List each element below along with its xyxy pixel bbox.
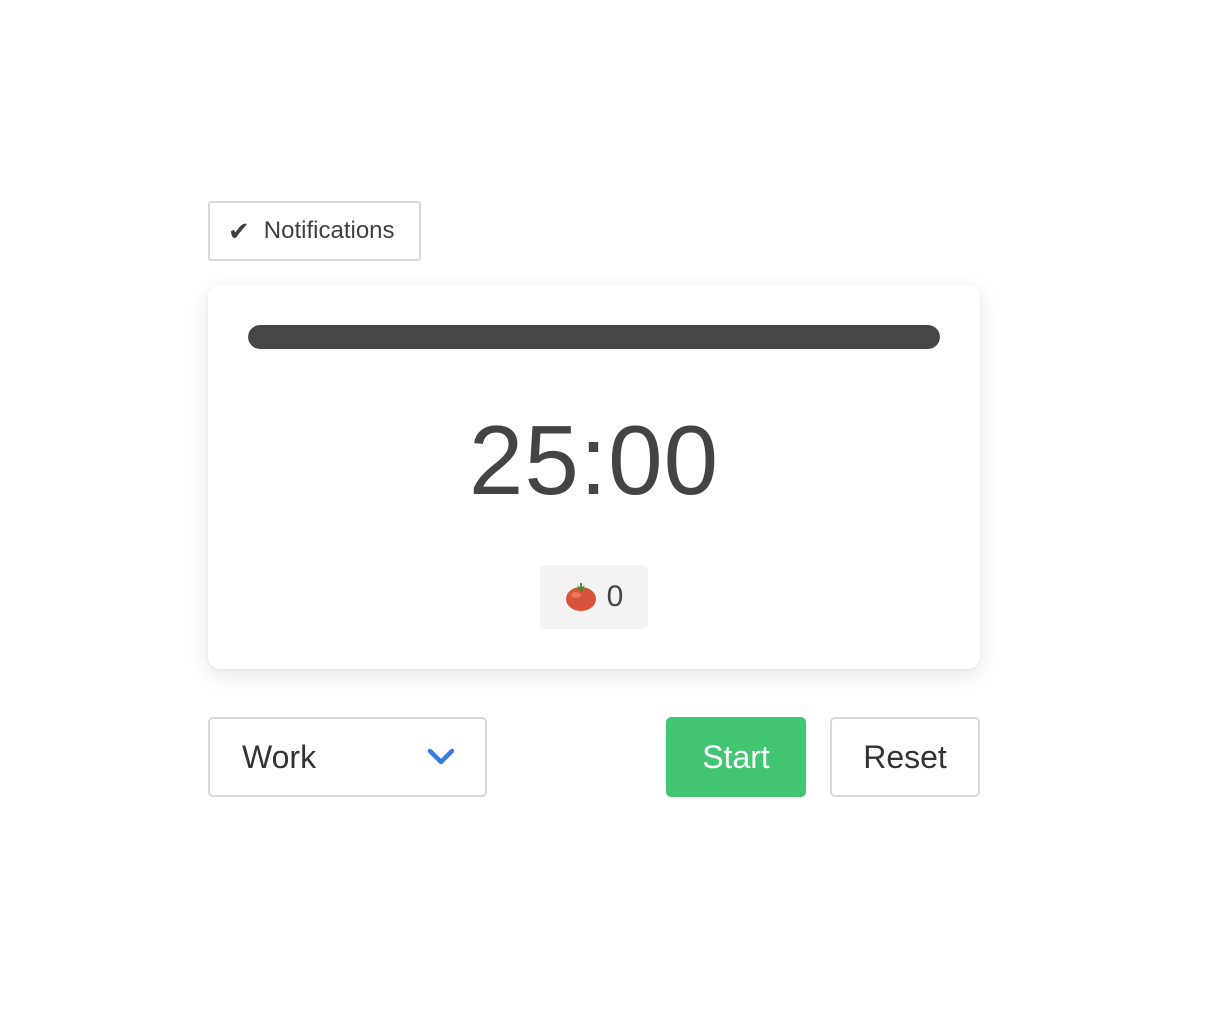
pomodoro-app: ✔ Notifications 25:00 0 Work Start Reset: [208, 201, 980, 797]
mode-select[interactable]: Work: [208, 717, 487, 797]
pomodoro-count-value: 0: [606, 580, 624, 613]
progress-bar: [248, 325, 940, 349]
progress-bar-fill: [248, 325, 940, 349]
notifications-toggle[interactable]: ✔ Notifications: [208, 201, 421, 261]
mode-select-value: Work: [242, 738, 317, 775]
reset-button[interactable]: Reset: [830, 717, 980, 797]
timer-display: 25:00: [468, 405, 720, 515]
notifications-label: Notifications: [263, 217, 395, 244]
controls-row: Work Start Reset: [208, 717, 980, 797]
pomodoro-count-badge: 0: [540, 565, 648, 629]
chevron-down-icon: [427, 748, 455, 765]
check-icon: ✔: [228, 216, 250, 246]
timer-card: 25:00 0: [208, 285, 980, 669]
tomato-icon: [565, 583, 596, 611]
start-button[interactable]: Start: [666, 717, 806, 797]
